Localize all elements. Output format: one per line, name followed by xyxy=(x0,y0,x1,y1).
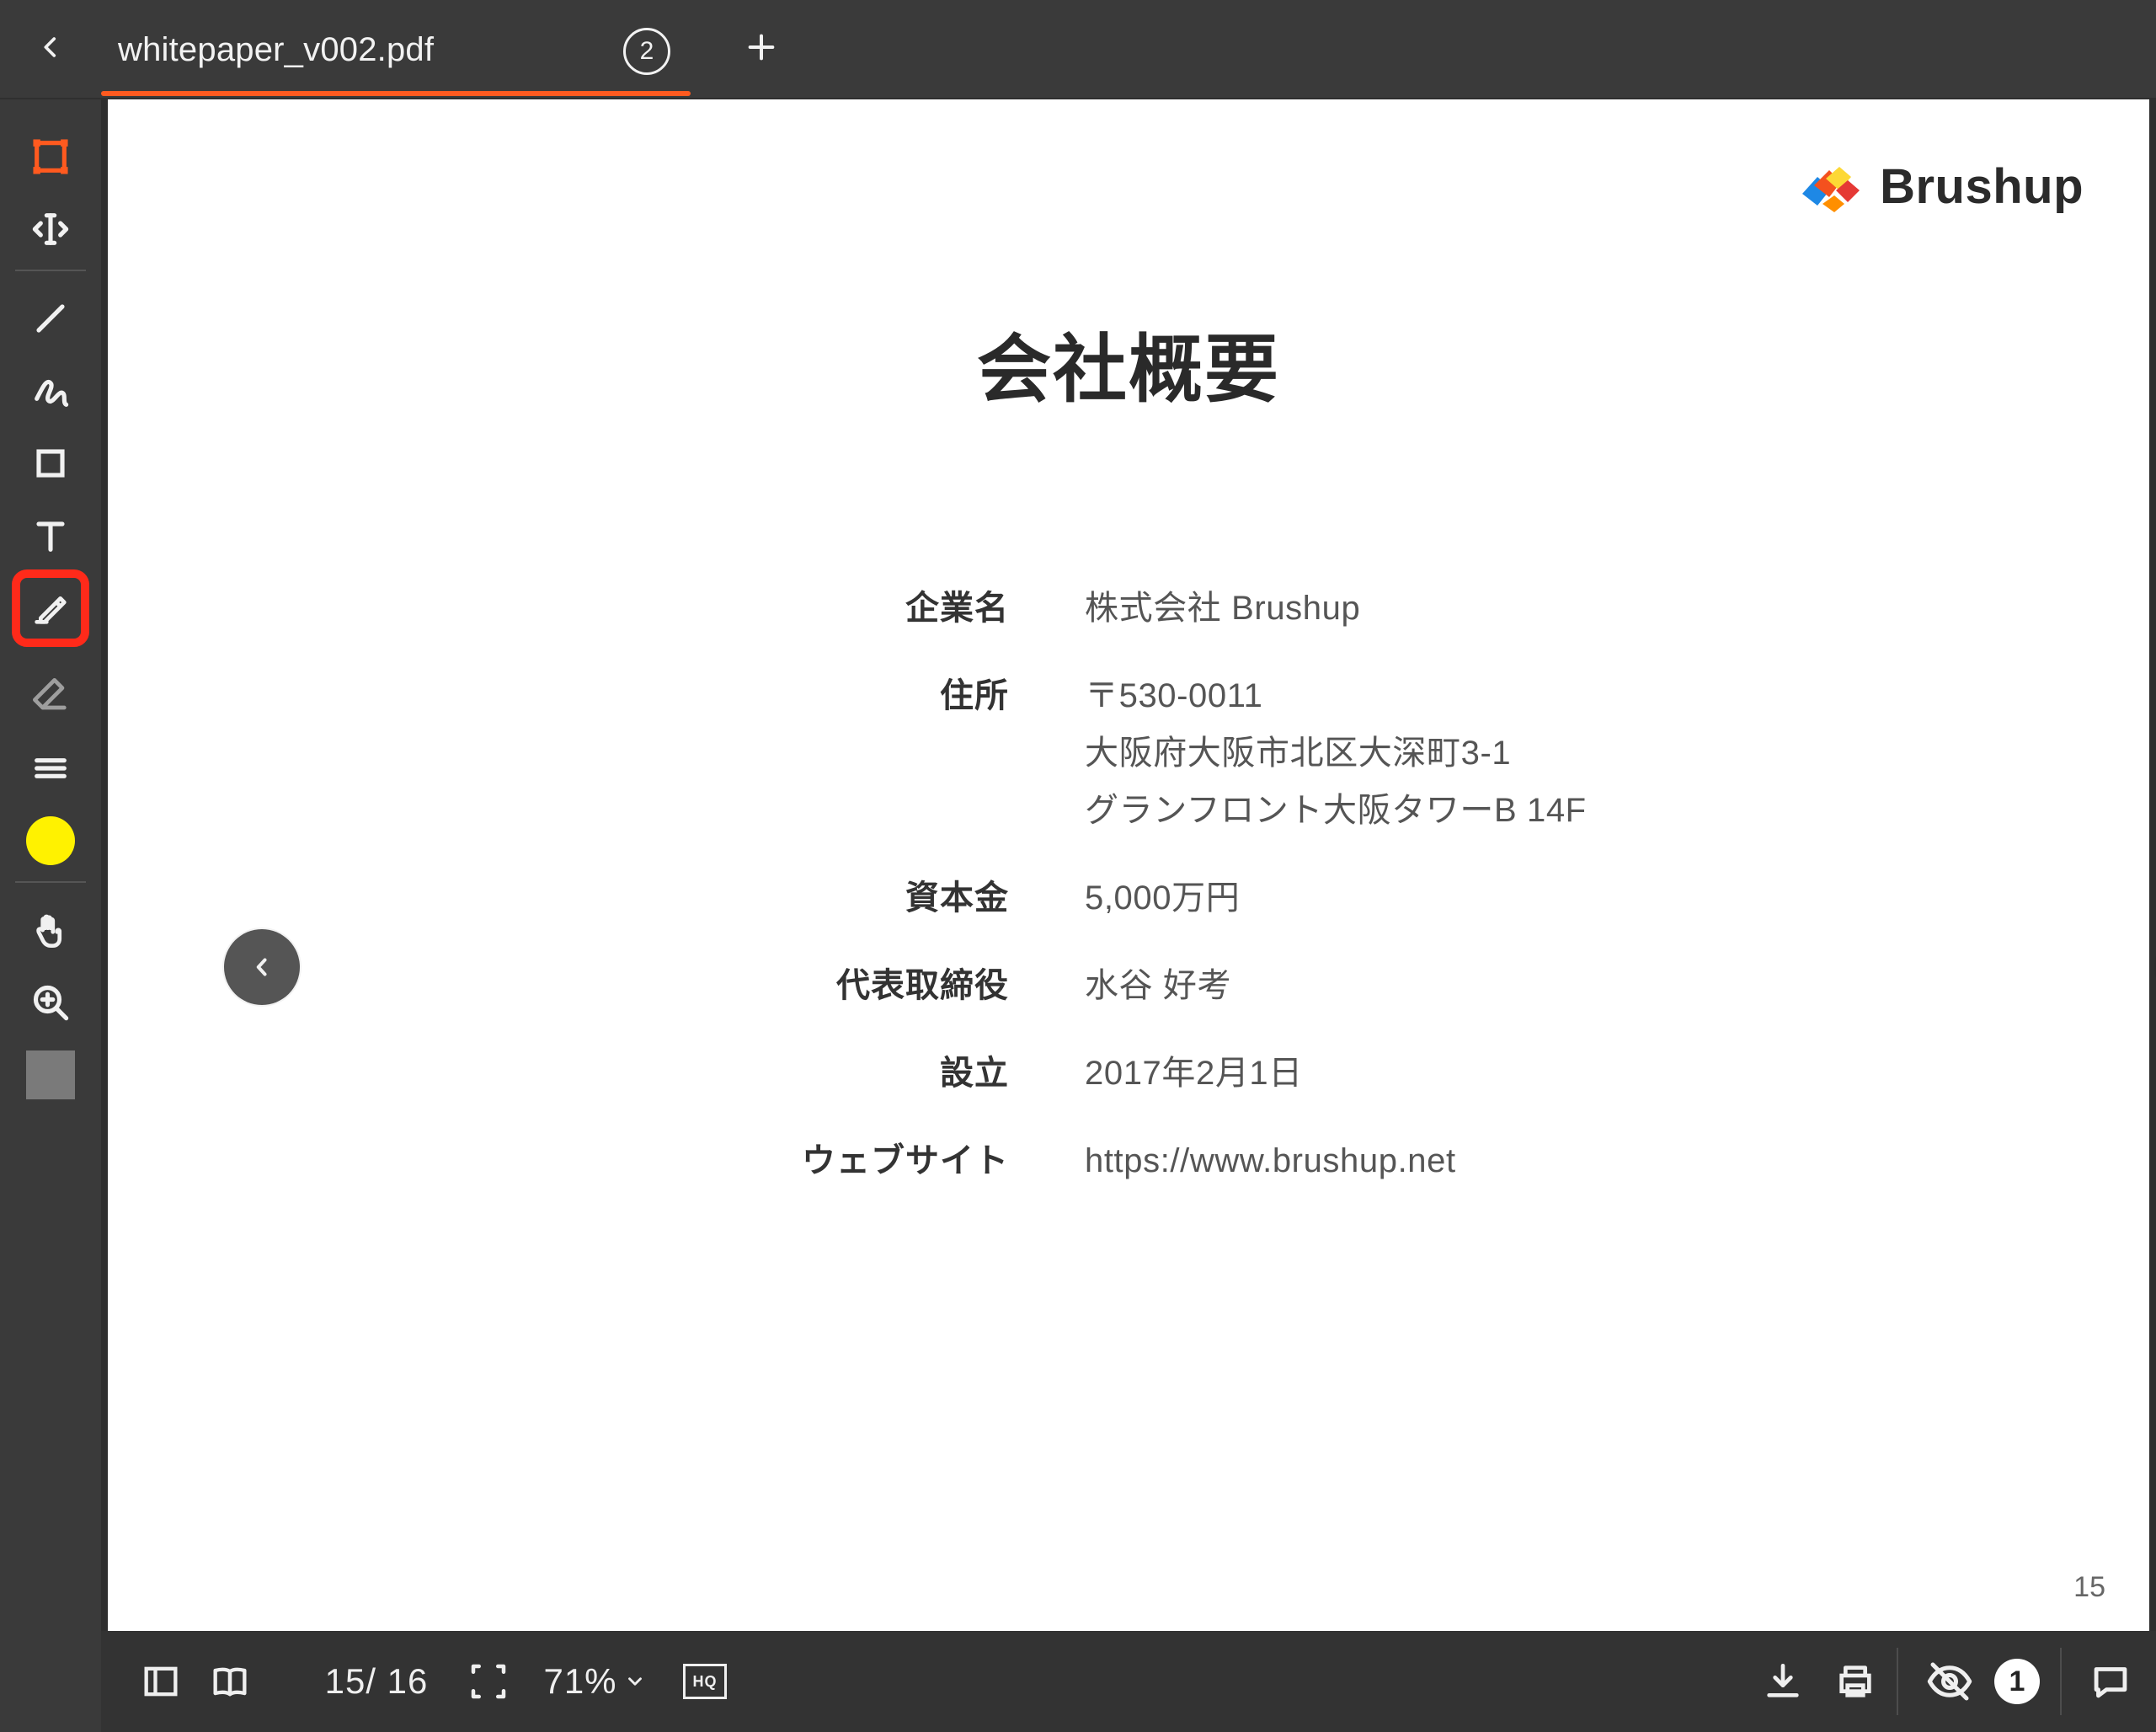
freehand-icon xyxy=(35,379,69,407)
print-button[interactable] xyxy=(1824,1654,1886,1708)
color-picker[interactable] xyxy=(20,810,81,871)
back-button[interactable] xyxy=(24,20,77,74)
rectangle-tool[interactable] xyxy=(20,433,81,494)
page-indicator: 15/ 16 xyxy=(296,1654,456,1708)
info-row-established: 設立 2017年2月1日 xyxy=(579,1045,1758,1102)
established-value: 2017年2月1日 xyxy=(1085,1055,1303,1092)
chevron-down-icon xyxy=(627,1677,642,1686)
representative-label: 代表取締役 xyxy=(836,967,1009,1004)
document-tab-title: whitepaper_v002.pdf xyxy=(118,30,435,68)
address-line-3: グランフロント大阪タワーB 14F xyxy=(1085,792,1587,829)
select-rectangle-tool[interactable] xyxy=(20,126,81,187)
download-button[interactable] xyxy=(1752,1654,1814,1708)
line-icon xyxy=(36,304,65,333)
comment-button[interactable] xyxy=(2075,1654,2146,1708)
line-tool[interactable] xyxy=(20,288,81,349)
gray-square-icon xyxy=(26,1050,75,1099)
info-row-capital: 資本金 5,000万円 xyxy=(579,869,1758,927)
book-view-button[interactable] xyxy=(200,1654,259,1708)
previous-page-button[interactable] xyxy=(224,929,300,1005)
line-weight-tool[interactable] xyxy=(20,738,81,799)
website-label: ウェブサイト xyxy=(802,1142,1009,1179)
zoom-in-icon xyxy=(33,985,69,1021)
capital-label: 資本金 xyxy=(905,879,1009,917)
page-number: 15 xyxy=(2073,1571,2105,1603)
toolbar-separator xyxy=(15,881,86,883)
brushup-logo-mark xyxy=(1802,167,1860,212)
zoom-value: 71% xyxy=(543,1661,617,1701)
pdf-page: Brushup 会社概要 企業名 株式会社 Brushup 住所 〒530-00… xyxy=(108,99,2149,1631)
print-icon xyxy=(1839,1665,1871,1697)
info-row-company-name: 企業名 株式会社 Brushup xyxy=(579,580,1758,637)
hand-tool[interactable] xyxy=(20,900,81,960)
address-value: 〒530-0011 大阪府大阪市北区大深町3-1 グランフロント大阪タワーB 1… xyxy=(1085,667,1587,839)
active-tab-underline xyxy=(101,91,691,96)
zoom-dropdown[interactable]: 71% xyxy=(536,1654,654,1708)
sidebar-icon xyxy=(144,1666,178,1697)
info-row-representative: 代表取締役 水谷 好考 xyxy=(579,957,1758,1014)
hand-icon xyxy=(36,914,62,948)
info-row-address: 住所 〒530-0011 大阪府大阪市北区大深町3-1 グランフロント大阪タワー… xyxy=(579,667,1758,839)
sidebar-toggle-button[interactable] xyxy=(131,1654,190,1708)
current-color-swatch xyxy=(26,816,75,865)
fit-page-button[interactable] xyxy=(455,1654,522,1708)
add-tab-button[interactable] xyxy=(734,20,788,74)
hidden-count-badge: 1 xyxy=(1988,1654,2047,1708)
hidden-count: 1 xyxy=(1994,1659,2040,1704)
highlighter-tool[interactable] xyxy=(12,569,89,647)
gray-square-tool[interactable] xyxy=(20,1045,81,1105)
bottom-toolbar: 15/ 16 71% HQ 1 xyxy=(101,1631,2156,1732)
document-tab[interactable]: whitepaper_v002.pdf xyxy=(101,0,691,99)
toolbar-separator xyxy=(15,270,86,271)
bottom-divider xyxy=(1897,1648,1898,1715)
bottom-divider xyxy=(2060,1648,2062,1715)
hq-toggle-button[interactable]: HQ xyxy=(675,1654,734,1708)
eye-off-icon xyxy=(1927,1662,1972,1701)
company-name-value: 株式会社 Brushup xyxy=(1085,590,1361,627)
annotation-toolbar xyxy=(0,99,101,1732)
fit-screen-icon xyxy=(471,1664,506,1699)
text-icon xyxy=(36,521,65,552)
page-indicator-text: 15/ 16 xyxy=(324,1661,429,1701)
download-icon xyxy=(1767,1664,1799,1697)
brushup-logo-text: Brushup xyxy=(1880,158,2084,214)
hq-text: HQ xyxy=(692,1672,718,1690)
top-tab-bar: whitepaper_v002.pdf 2 xyxy=(0,0,2156,99)
eraser-icon xyxy=(33,678,67,710)
text-cursor-icon xyxy=(32,213,69,245)
brushup-logo: Brushup xyxy=(1792,157,2084,216)
book-icon xyxy=(213,1667,247,1697)
tab-count-badge: 2 xyxy=(623,28,670,75)
hq-badge: HQ xyxy=(683,1664,727,1699)
text-tool[interactable] xyxy=(20,505,81,566)
chevron-left-icon xyxy=(256,958,267,976)
document-viewer: Brushup 会社概要 企業名 株式会社 Brushup 住所 〒530-00… xyxy=(101,99,2156,1631)
pdf-viewer-app: whitepaper_v002.pdf 2 Brushup 会社概要 企業名 株… xyxy=(0,0,2156,1732)
company-name-label: 企業名 xyxy=(905,590,1009,627)
plus-icon xyxy=(748,34,775,61)
freehand-tool[interactable] xyxy=(20,361,81,421)
capital-value: 5,000万円 xyxy=(1085,879,1241,917)
chevron-left-icon xyxy=(44,37,56,57)
highlighter-icon xyxy=(35,596,67,624)
document-title: 会社概要 xyxy=(976,328,1280,411)
established-label: 設立 xyxy=(940,1055,1009,1092)
comment-icon xyxy=(2094,1667,2127,1698)
representative-value: 水谷 好考 xyxy=(1085,967,1232,1004)
eraser-tool[interactable] xyxy=(20,666,81,726)
website-value: https://www.brushup.net xyxy=(1085,1142,1456,1179)
rectangle-icon xyxy=(36,449,65,478)
line-weight-icon xyxy=(35,758,67,778)
address-label: 住所 xyxy=(940,677,1009,714)
zoom-tool[interactable] xyxy=(20,972,81,1033)
address-line-1: 〒530-0011 xyxy=(1085,677,1263,714)
hide-annotations-button[interactable] xyxy=(1912,1654,1988,1708)
company-info: 企業名 株式会社 Brushup 住所 〒530-0011 大阪府大阪市北区大深… xyxy=(579,580,1758,1220)
text-select-tool[interactable] xyxy=(20,199,81,259)
info-row-website: ウェブサイト https://www.brushup.net xyxy=(579,1132,1758,1189)
select-rectangle-icon xyxy=(33,139,68,174)
address-line-2: 大阪府大阪市北区大深町3-1 xyxy=(1085,735,1512,772)
